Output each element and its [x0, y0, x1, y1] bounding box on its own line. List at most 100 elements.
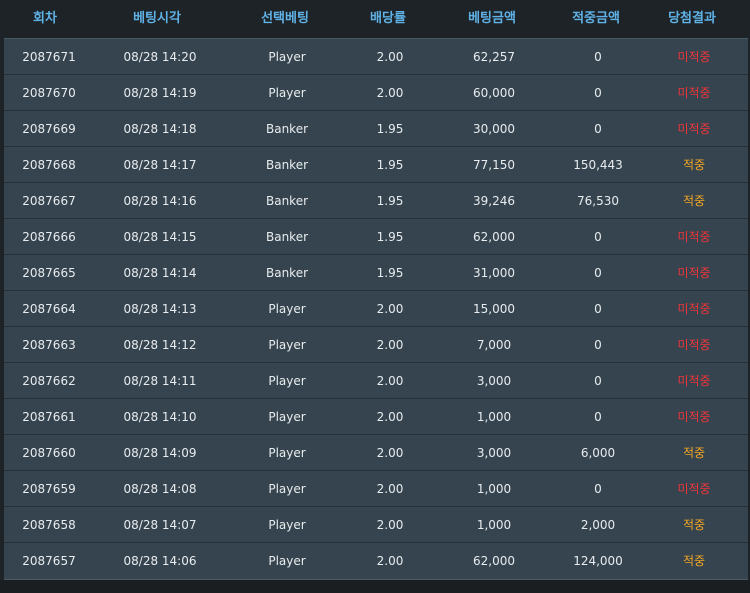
- round-cell: 2087664: [22, 301, 76, 316]
- round-cell: 2087669: [22, 121, 76, 136]
- payout-cell: 0: [594, 409, 602, 424]
- result-cell: 미적중: [677, 301, 711, 316]
- result-cell: 미적중: [677, 49, 711, 64]
- round-cell: 2087658: [22, 517, 76, 532]
- time-cell: 08/28 14:18: [123, 121, 197, 136]
- table-row: 2087669 08/28 14:18 Banker 1.95 30,000 0 미적중: [4, 111, 748, 147]
- header-odds: 배당률: [370, 11, 406, 26]
- bet-amount-cell: 3,000: [476, 373, 512, 388]
- round-cell: 2087665: [22, 265, 76, 280]
- result-cell: 미적중: [677, 265, 711, 280]
- pick-cell: Player: [268, 409, 306, 424]
- payout-cell: 6,000: [580, 445, 616, 460]
- time-cell: 08/28 14:17: [123, 157, 197, 172]
- bet-history-panel: 회차 베팅시각 선택베팅 배당률 베팅금액 적중금액 당첨결과 2087671 0…: [0, 0, 750, 593]
- bet-amount-cell: 31,000: [473, 265, 515, 280]
- result-cell: 적중: [682, 193, 706, 208]
- time-cell: 08/28 14:20: [123, 49, 197, 64]
- odds-cell: 1.95: [376, 193, 404, 208]
- odds-cell: 1.95: [376, 157, 404, 172]
- result-cell: 적중: [682, 554, 706, 568]
- bet-amount-cell: 1,000: [476, 409, 512, 424]
- odds-cell: 2.00: [376, 49, 404, 64]
- time-cell: 08/28 14:15: [123, 229, 197, 244]
- bet-amount-cell: 30,000: [473, 121, 515, 136]
- odds-cell: 2.00: [376, 445, 404, 460]
- bet-amount-cell: 3,000: [476, 445, 512, 460]
- odds-cell: 2.00: [376, 373, 404, 388]
- time-cell: 08/28 14:10: [123, 409, 197, 424]
- payout-cell: 0: [594, 301, 602, 316]
- odds-cell: 2.00: [376, 337, 404, 352]
- round-cell: 2087668: [22, 157, 76, 172]
- table-row: 2087671 08/28 14:20 Player 2.00 62,257 0 미적중: [4, 39, 748, 75]
- result-cell: 미적중: [677, 229, 711, 244]
- payout-cell: 0: [594, 229, 602, 244]
- bet-amount-cell: 77,150: [473, 157, 515, 172]
- time-cell: 08/28 14:14: [123, 265, 197, 280]
- time-cell: 08/28 14:12: [123, 337, 197, 352]
- table-row: 2087664 08/28 14:13 Player 2.00 15,000 0 미적중: [4, 291, 748, 327]
- payout-cell: 0: [594, 373, 602, 388]
- round-cell: 2087661: [22, 409, 76, 424]
- result-cell: 미적중: [677, 337, 711, 352]
- pick-cell: Player: [268, 85, 306, 100]
- header-round: 회차: [33, 11, 57, 26]
- odds-cell: 1.95: [376, 265, 404, 280]
- table-row: 2087658 08/28 14:07 Player 2.00 1,000 2,000 적중: [4, 507, 748, 543]
- pick-cell: Banker: [265, 229, 309, 244]
- pick-cell: Player: [268, 481, 306, 496]
- payout-cell: 76,530: [577, 193, 619, 208]
- odds-cell: 1.95: [376, 121, 404, 136]
- pick-cell: Banker: [265, 121, 309, 136]
- round-cell: 2087667: [22, 193, 76, 208]
- bet-amount-cell: 62,257: [473, 49, 515, 64]
- pick-cell: Player: [268, 373, 306, 388]
- pick-cell: Player: [268, 337, 306, 352]
- result-cell: 미적중: [677, 85, 711, 100]
- time-cell: 08/28 14:08: [123, 481, 197, 496]
- round-cell: 2087660: [22, 445, 76, 460]
- payout-cell: 150,443: [573, 157, 623, 172]
- table-header: 회차 베팅시각 선택베팅 배당률 베팅금액 적중금액 당첨결과: [0, 0, 750, 38]
- odds-cell: 2.00: [376, 481, 404, 496]
- payout-cell: 0: [594, 49, 602, 64]
- table-row: 2087666 08/28 14:15 Banker 1.95 62,000 0 미적중: [4, 219, 748, 255]
- odds-cell: 2.00: [376, 554, 404, 568]
- table-row: 2087659 08/28 14:08 Player 2.00 1,000 0 미적중: [4, 471, 748, 507]
- header-selected-bet: 선택베팅: [261, 11, 309, 26]
- time-cell: 08/28 14:07: [123, 517, 197, 532]
- header-payout-amount: 적중금액: [572, 11, 620, 26]
- round-cell: 2087659: [22, 481, 76, 496]
- bet-amount-cell: 62,000: [473, 229, 515, 244]
- round-cell: 2087662: [22, 373, 76, 388]
- payout-cell: 0: [594, 85, 602, 100]
- odds-cell: 2.00: [376, 409, 404, 424]
- result-cell: 미적중: [677, 121, 711, 136]
- table-row: 2087660 08/28 14:09 Player 2.00 3,000 6,000 적중: [4, 435, 748, 471]
- payout-cell: 0: [594, 337, 602, 352]
- table-row: 2087662 08/28 14:11 Player 2.00 3,000 0 미적중: [4, 363, 748, 399]
- odds-cell: 2.00: [376, 301, 404, 316]
- pick-cell: Player: [268, 445, 306, 460]
- result-cell: 미적중: [677, 409, 711, 424]
- table-row: 2087665 08/28 14:14 Banker 1.95 31,000 0 미적중: [4, 255, 748, 291]
- odds-cell: 2.00: [376, 85, 404, 100]
- odds-cell: 1.95: [376, 229, 404, 244]
- table-row: 2087661 08/28 14:10 Player 2.00 1,000 0 미적중: [4, 399, 748, 435]
- round-cell: 2087666: [22, 229, 76, 244]
- table-row: 2087667 08/28 14:16 Banker 1.95 39,246 76,530…: [4, 183, 748, 219]
- bet-amount-cell: 39,246: [473, 193, 515, 208]
- table-row: 2087663 08/28 14:12 Player 2.00 7,000 0 미적중: [4, 327, 748, 363]
- time-cell: 08/28 14:09: [123, 445, 197, 460]
- header-bet-time: 베팅시각: [133, 11, 181, 26]
- table-body: 2087671 08/28 14:20 Player 2.00 62,257 0 미적중 20…: [4, 38, 748, 580]
- round-cell: 2087657: [22, 554, 76, 568]
- result-cell: 적중: [682, 157, 706, 172]
- result-cell: 미적중: [677, 481, 711, 496]
- header-result: 당첨결과: [668, 11, 716, 26]
- time-cell: 08/28 14:19: [123, 85, 197, 100]
- result-cell: 적중: [682, 445, 706, 460]
- payout-cell: 0: [594, 481, 602, 496]
- pick-cell: Player: [268, 301, 306, 316]
